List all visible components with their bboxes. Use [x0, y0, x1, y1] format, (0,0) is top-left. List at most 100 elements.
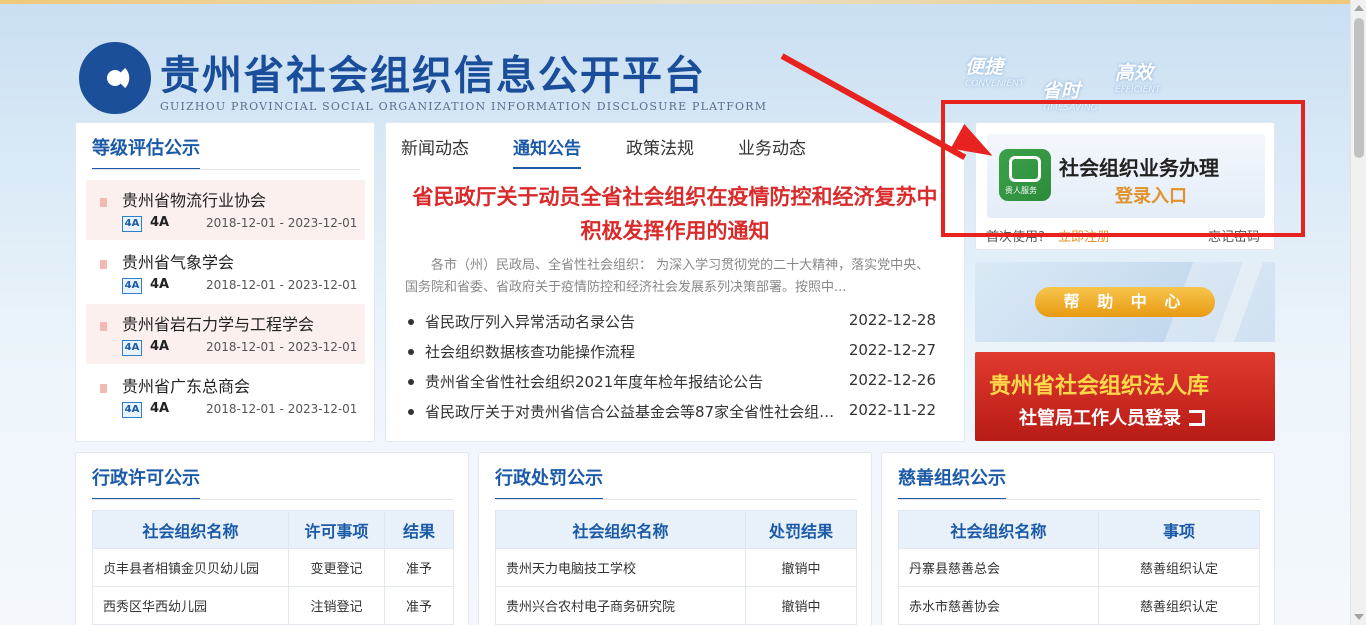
- grade-item-name[interactable]: 贵州省气象学会: [122, 249, 234, 273]
- column-header: 社会组织名称: [495, 510, 746, 549]
- grade-level: 4A: [150, 277, 170, 292]
- bullet-icon: [100, 322, 107, 331]
- tab-business-news[interactable]: 业务动态: [738, 134, 806, 159]
- grade-badge: 4A: [122, 278, 142, 294]
- staff-login-link[interactable]: 社管局工作人员登录: [1019, 404, 1205, 430]
- grade-item-name[interactable]: 贵州省广东总商会: [122, 373, 250, 397]
- help-center-button[interactable]: 帮 助 中 心: [1035, 287, 1215, 317]
- news-item-date: 2022-11-22: [848, 401, 936, 419]
- divider: [495, 499, 857, 500]
- bullet-icon: [408, 379, 414, 385]
- bullet-icon: [408, 409, 414, 415]
- legal-person-db-banner[interactable]: 贵州省社会组织法人库 社管局工作人员登录: [975, 352, 1275, 441]
- org-name-cell[interactable]: 赤水市慈善协会: [898, 586, 1099, 625]
- grade-date: 2018-12-01 - 2023-12-01: [206, 278, 358, 292]
- org-name-cell[interactable]: 西秀区华西幼儿园: [92, 586, 289, 625]
- bullet-icon: [408, 319, 414, 325]
- column-header: 事项: [1098, 510, 1260, 549]
- permit-table: 社会组织名称 许可事项 结果 贞丰县者相镇金贝贝幼儿园 变更登记 准予 西秀区华…: [92, 510, 454, 625]
- result-cell: 准予: [384, 548, 454, 587]
- org-name-cell[interactable]: 贞丰县者相镇金贝贝幼儿园: [92, 548, 289, 587]
- org-name-cell[interactable]: 贵州兴合农村电子商务研究院: [495, 586, 746, 625]
- site-logo-icon[interactable]: [79, 42, 151, 114]
- slogan-convenient: 便捷 CONVENIENT: [965, 56, 1025, 89]
- grade-level: 4A: [150, 215, 170, 230]
- charity-item-cell: 慈善组织认定: [1098, 586, 1260, 625]
- grade-level: 4A: [150, 401, 170, 416]
- permit-panel-title: 行政许可公示: [92, 464, 200, 500]
- tab-notices[interactable]: 通知公告: [513, 134, 581, 169]
- bullet-icon: [100, 384, 107, 393]
- column-header: 社会组织名称: [898, 510, 1099, 549]
- grade-date: 2018-12-01 - 2023-12-01: [206, 340, 358, 354]
- news-item[interactable]: 贵州省全省性社会组织2021年度年检年报结论公告 2022-12-26: [408, 371, 938, 393]
- org-name-cell[interactable]: 丹寨县慈善总会: [898, 548, 1099, 587]
- charity-panel-title: 慈善组织公示: [898, 464, 1006, 500]
- grade-item[interactable]: 贵州省气象学会 4A 4A 2018-12-01 - 2023-12-01: [86, 242, 365, 302]
- permit-item-cell: 注销登记: [288, 586, 385, 625]
- table-row[interactable]: 西秀区华西幼儿园 注销登记 准予: [92, 586, 454, 625]
- grade-badge: 4A: [122, 402, 142, 418]
- scroll-thumb[interactable]: [1354, 18, 1364, 158]
- site-subtitle: GUIZHOU PROVINCIAL SOCIAL ORGANIZATION I…: [160, 100, 768, 113]
- news-item-date: 2022-12-26: [848, 371, 936, 389]
- column-header: 结果: [384, 510, 454, 549]
- table-row[interactable]: 赤水市慈善协会 慈善组织认定: [898, 586, 1260, 625]
- grade-item[interactable]: 贵州省物流行业协会 4A 4A 2018-12-01 - 2023-12-01: [86, 180, 365, 240]
- grade-item[interactable]: 贵州省岩石力学与工程学会 4A 4A 2018-12-01 - 2023-12-…: [86, 304, 365, 364]
- news-item[interactable]: 社会组织数据核查功能操作流程 2022-12-27: [408, 341, 938, 363]
- table-header-row: 社会组织名称 事项: [898, 510, 1260, 549]
- news-item[interactable]: 省民政厅列入异常活动名录公告 2022-12-28: [408, 311, 938, 333]
- penalty-table: 社会组织名称 处罚结果 贵州天力电脑技工学校 撤销中 贵州兴合农村电子商务研究院…: [495, 510, 857, 625]
- bullet-icon: [100, 198, 107, 207]
- penalty-panel-title: 行政处罚公示: [495, 464, 603, 500]
- bullet-icon: [100, 260, 107, 269]
- legal-person-db-title: 贵州省社会组织法人库: [989, 374, 1210, 399]
- news-headline[interactable]: 省民政厅关于动员全省社会组织在疫情防控和经济复苏中积极发挥作用的通知: [410, 180, 940, 248]
- news-item-title[interactable]: 省民政厅列入异常活动名录公告: [425, 311, 843, 332]
- scroll-down-icon[interactable]: [1354, 614, 1364, 620]
- column-header: 处罚结果: [745, 510, 857, 549]
- divider: [898, 499, 1260, 500]
- grade-panel-title: 等级评估公示: [92, 134, 200, 170]
- divider: [92, 169, 360, 170]
- table-row[interactable]: 贵州兴合农村电子商务研究院 撤销中: [495, 586, 857, 625]
- page-scrollbar[interactable]: [1350, 0, 1366, 625]
- scroll-up-icon[interactable]: [1354, 5, 1364, 11]
- news-item-title[interactable]: 省民政厅关于对贵州省信合公益基金会等87家全省性社会组织的公告: [425, 401, 843, 422]
- grade-date: 2018-12-01 - 2023-12-01: [206, 216, 358, 230]
- annotation-highlight-frame: [941, 100, 1305, 237]
- site-title: 贵州省社会组织信息公开平台: [160, 53, 706, 99]
- news-item-title[interactable]: 贵州省全省性社会组织2021年度年检年报结论公告: [425, 371, 843, 392]
- grade-item-name[interactable]: 贵州省岩石力学与工程学会: [122, 311, 314, 335]
- penalty-result-cell: 撤销中: [745, 586, 857, 625]
- permit-item-cell: 变更登记: [288, 548, 385, 587]
- tab-news[interactable]: 新闻动态: [401, 134, 469, 159]
- grade-item[interactable]: 贵州省广东总商会 4A 4A 2018-12-01 - 2023-12-01: [86, 366, 365, 426]
- org-name-cell[interactable]: 贵州天力电脑技工学校: [495, 548, 746, 587]
- grade-panel: 等级评估公示 贵州省物流行业协会 4A 4A 2018-12-01 - 2023…: [75, 122, 375, 442]
- table-header-row: 社会组织名称 许可事项 结果: [92, 510, 454, 549]
- grade-level: 4A: [150, 339, 170, 354]
- table-row[interactable]: 丹寨县慈善总会 慈善组织认定: [898, 548, 1260, 587]
- grade-item-name[interactable]: 贵州省物流行业协会: [122, 187, 266, 211]
- grade-date: 2018-12-01 - 2023-12-01: [206, 402, 358, 416]
- news-item-title[interactable]: 社会组织数据核查功能操作流程: [425, 341, 843, 362]
- tab-policies[interactable]: 政策法规: [626, 134, 694, 159]
- news-summary: 各市（州）民政局、全省性社会组织： 为深入学习贯彻党的二十大精神，落实党中央、国…: [405, 258, 930, 295]
- bullet-icon: [408, 349, 414, 355]
- login-door-icon: [1189, 410, 1205, 426]
- news-item[interactable]: 省民政厅关于对贵州省信合公益基金会等87家全省性社会组织的公告 2022-11-2…: [408, 401, 938, 423]
- grade-badge: 4A: [122, 216, 142, 232]
- charity-table: 社会组织名称 事项 丹寨县慈善总会 慈善组织认定 赤水市慈善协会 慈善组织认定: [898, 510, 1260, 625]
- result-cell: 准予: [384, 586, 454, 625]
- table-row[interactable]: 贵州天力电脑技工学校 撤销中: [495, 548, 857, 587]
- table-row[interactable]: 贞丰县者相镇金贝贝幼儿园 变更登记 准予: [92, 548, 454, 587]
- divider: [92, 499, 454, 500]
- column-header: 社会组织名称: [92, 510, 289, 549]
- table-header-row: 社会组织名称 处罚结果: [495, 510, 857, 549]
- news-item-date: 2022-12-28: [848, 311, 936, 329]
- penalty-result-cell: 撤销中: [745, 548, 857, 587]
- help-center-banner[interactable]: 帮 助 中 心: [975, 262, 1275, 342]
- grade-badge: 4A: [122, 340, 142, 356]
